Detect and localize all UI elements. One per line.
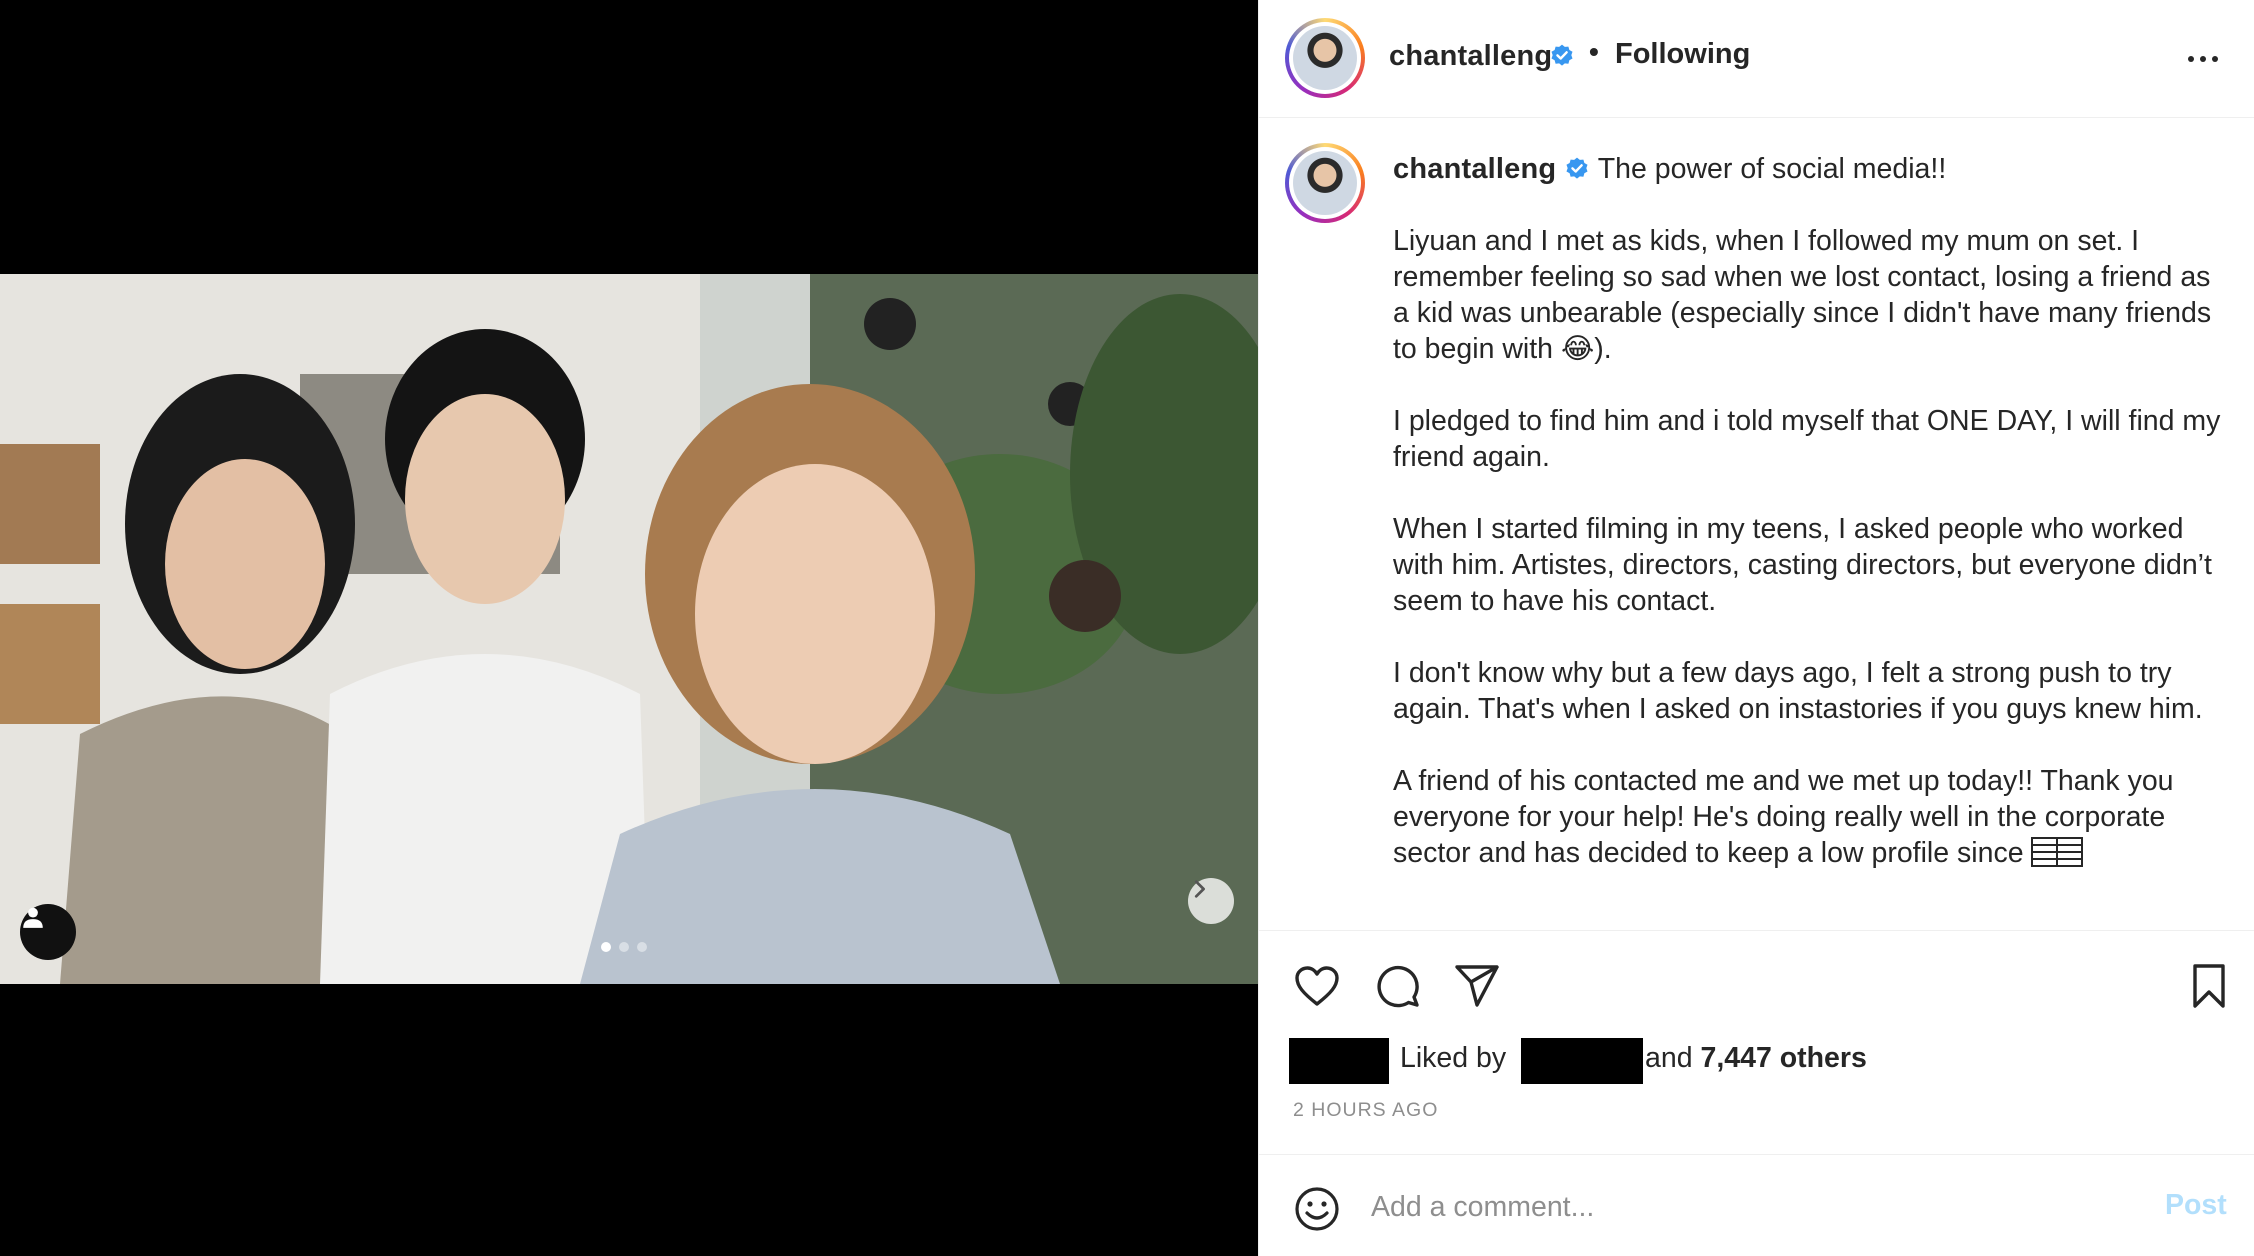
- verified-badge-icon: [1566, 157, 1588, 179]
- liked-by-label: Liked by: [1400, 1042, 1507, 1074]
- author-avatar[interactable]: [1285, 18, 1365, 98]
- likes-count[interactable]: and 7,447 others: [1645, 1042, 1867, 1075]
- post-details-panel: chantalleng • Following chantalleng The …: [1258, 0, 2254, 1256]
- post-caption: chantalleng The power of social media!! …: [1393, 151, 2233, 871]
- caption-area: chantalleng The power of social media!! …: [1259, 119, 2254, 931]
- paper-plane-icon[interactable]: [1453, 962, 1501, 1010]
- caption-paragraph: I pledged to find him and i told myself …: [1393, 405, 2221, 473]
- tagged-users-button[interactable]: [20, 904, 76, 960]
- post-header: chantalleng • Following: [1259, 0, 2254, 118]
- and-label: and: [1645, 1042, 1693, 1074]
- comment-input[interactable]: [1371, 1179, 2071, 1235]
- heart-icon[interactable]: [1293, 962, 1341, 1010]
- caption-paragraph: Liyuan and I met as kids, when I followe…: [1393, 225, 2212, 365]
- others-count[interactable]: 7,447 others: [1700, 1042, 1866, 1074]
- caption-paragraph: When I started filming in my teens, I as…: [1393, 513, 2212, 617]
- post-comment-button[interactable]: Post: [2165, 1189, 2227, 1222]
- caption-first-line: The power of social media!!: [1597, 153, 1947, 185]
- smiley-icon[interactable]: [1293, 1185, 1341, 1233]
- author-username[interactable]: chantalleng: [1389, 40, 1552, 73]
- media-pane: [0, 0, 1258, 1256]
- header-separator: •: [1589, 36, 1599, 67]
- bookmark-icon[interactable]: [2185, 962, 2233, 1010]
- redacted-avatar: [1289, 1038, 1389, 1084]
- comment-bar: Post: [1259, 1154, 2254, 1256]
- more-options-icon[interactable]: [2183, 44, 2223, 74]
- carousel-dot-1: [601, 942, 611, 952]
- chevron-right-icon: [1194, 880, 1205, 898]
- next-slide-button[interactable]: [1188, 878, 1234, 924]
- caption-paragraph: I don't know why but a few days ago, I f…: [1393, 657, 2203, 725]
- flag-emoji-icon: [2031, 837, 2084, 867]
- photo-illustration: [0, 274, 1258, 984]
- redacted-username: [1521, 1038, 1643, 1084]
- comment-bubble-icon[interactable]: [1373, 962, 1421, 1010]
- post-timestamp[interactable]: 2 HOURS AGO: [1293, 1099, 1438, 1122]
- post-photo[interactable]: [0, 274, 1258, 984]
- carousel-indicator: [601, 942, 647, 952]
- caption-username[interactable]: chantalleng: [1393, 153, 1556, 185]
- verified-badge-icon: [1551, 44, 1573, 66]
- carousel-dot-3: [637, 942, 647, 952]
- carousel-dot-2: [619, 942, 629, 952]
- instagram-post-modal: chantalleng • Following chantalleng The …: [0, 0, 2254, 1256]
- caption-author-avatar[interactable]: [1285, 143, 1365, 223]
- following-button[interactable]: Following: [1615, 38, 1750, 71]
- user-tag-icon: [23, 907, 43, 928]
